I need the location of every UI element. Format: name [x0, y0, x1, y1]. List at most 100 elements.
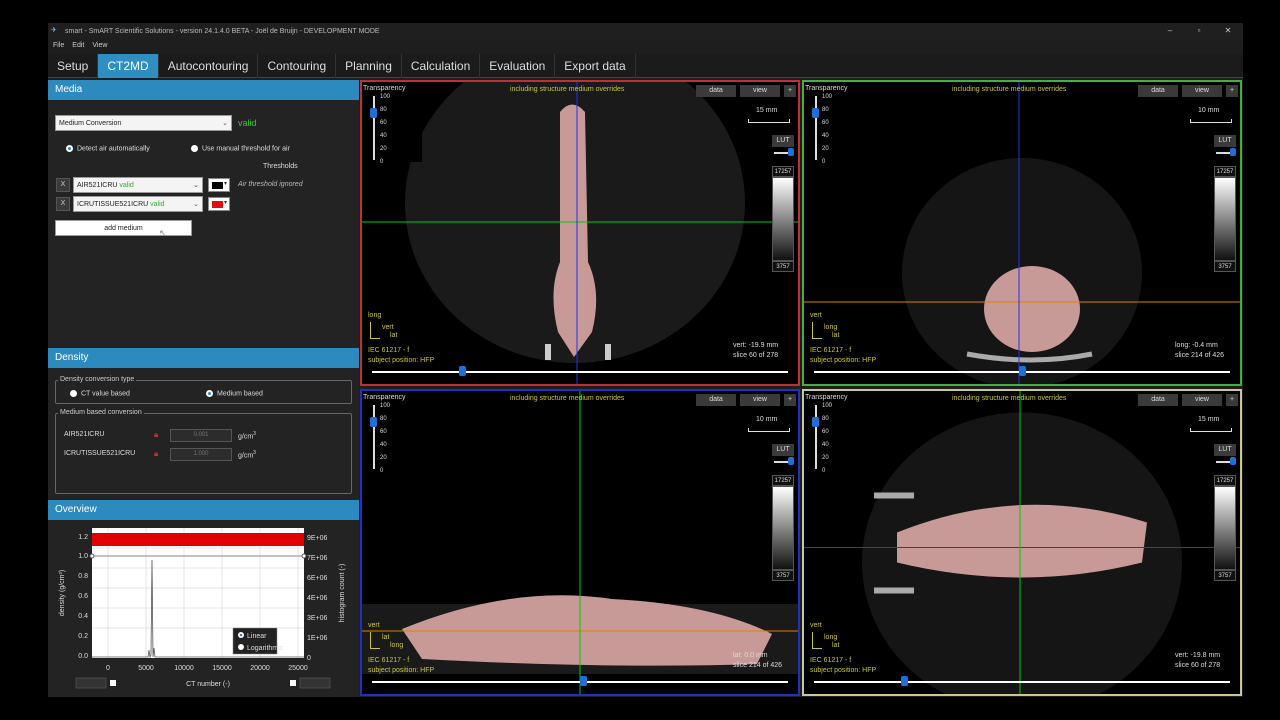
radio-manual-threshold[interactable]: Use manual threshold for air — [191, 145, 290, 152]
lut-button[interactable]: LUT — [1214, 135, 1236, 147]
lut-knob[interactable] — [1230, 148, 1236, 156]
transparency-knob[interactable] — [812, 108, 819, 118]
radio-medium-based[interactable]: Medium based — [206, 390, 263, 397]
transparency-tick: 20 — [380, 146, 387, 152]
y2tick: 3E+06 — [307, 615, 328, 622]
tab-evaluation[interactable]: Evaluation — [480, 54, 556, 78]
viewport-coronal2[interactable]: Transparency 100 80 60 40 20 0 including stru… — [802, 389, 1242, 696]
plus-button[interactable]: + — [1226, 394, 1238, 406]
transparency-knob[interactable] — [370, 417, 377, 427]
viewport-sagittal[interactable]: Transparency 100 80 60 40 20 0 including stru… — [360, 389, 800, 696]
lut-knob[interactable] — [788, 457, 794, 465]
transparency-knob[interactable] — [370, 108, 377, 118]
plus-button[interactable]: + — [1226, 85, 1238, 97]
menu-edit[interactable]: Edit — [72, 42, 84, 49]
data-button[interactable]: data — [1138, 394, 1178, 406]
lut-button[interactable]: LUT — [772, 444, 794, 456]
minimize-icon[interactable]: – — [1156, 23, 1184, 39]
slice-knob[interactable] — [1019, 366, 1026, 376]
lut-button[interactable]: LUT — [772, 135, 794, 147]
tab-calculation[interactable]: Calculation — [402, 54, 481, 78]
view-button[interactable]: view — [740, 394, 780, 406]
lut-min[interactable]: 3757 — [1214, 261, 1236, 272]
overview-section: 1.2 1.0 0.8 0.6 0.4 0.2 0.0 9E+06 7E+06 … — [48, 520, 359, 697]
overrides-label: including structure medium overrides — [952, 395, 1067, 402]
view-button[interactable]: view — [1182, 394, 1222, 406]
plus-button[interactable]: + — [784, 394, 796, 406]
color-picker-tissue[interactable]: ▾ — [208, 197, 230, 211]
transparency-track[interactable] — [373, 405, 375, 469]
lut-max[interactable]: 17257 — [1214, 475, 1236, 486]
plus-button[interactable]: + — [784, 85, 796, 97]
data-button[interactable]: data — [1138, 85, 1178, 97]
ct-image[interactable] — [804, 82, 1240, 384]
transparency-track[interactable] — [815, 96, 817, 160]
lut-knob[interactable] — [1230, 457, 1236, 465]
restore-icon[interactable]: ▫ — [1185, 23, 1213, 39]
transparency-control[interactable]: Transparency 100 80 60 40 20 0 — [362, 391, 422, 474]
lut-max[interactable]: 17257 — [772, 475, 794, 486]
axis-arrow-icon — [370, 648, 380, 649]
close-icon[interactable]: ✕ — [1214, 23, 1242, 39]
transparency-control[interactable]: Transparency 100 80 60 40 20 0 — [362, 82, 422, 165]
slice-slider[interactable] — [372, 371, 788, 373]
viewport-axial[interactable]: Transparency 100 80 60 40 20 0 including stru… — [802, 80, 1242, 386]
transparency-track[interactable] — [373, 96, 375, 160]
transparency-control[interactable]: Transparency 100 80 60 40 20 0 — [804, 391, 864, 474]
view-button[interactable]: view — [1182, 85, 1222, 97]
transparency-tick: 40 — [822, 133, 829, 139]
radio-icon — [206, 390, 213, 397]
lock-icon[interactable]: 🔒︎ — [154, 450, 161, 458]
transparency-knob[interactable] — [812, 417, 819, 427]
viewport-coronal[interactable]: Transparency 100 80 60 40 20 0 including stru… — [360, 80, 800, 386]
ct-image[interactable] — [362, 82, 798, 384]
tab-export-data[interactable]: Export data — [555, 54, 636, 78]
slice-knob[interactable] — [580, 676, 587, 686]
transparency-control[interactable]: Transparency 100 80 60 40 20 0 — [804, 82, 864, 165]
lut-button[interactable]: LUT — [1214, 444, 1236, 456]
conversion-select[interactable]: Medium Conversion ⌄ — [55, 115, 232, 131]
scale-label: 10 mm — [1198, 107, 1220, 114]
lock-icon[interactable]: 🔒︎ — [154, 431, 161, 439]
conversion-select-value: Medium Conversion — [59, 120, 122, 127]
slice-knob[interactable] — [901, 676, 908, 686]
tab-ct2md[interactable]: CT2MD — [98, 54, 159, 78]
radio-detect-air[interactable]: Detect air automatically — [66, 145, 150, 152]
lut-min[interactable]: 3757 — [1214, 570, 1236, 581]
lut-min[interactable]: 3757 — [772, 570, 794, 581]
add-medium-button[interactable]: add medium — [55, 220, 192, 236]
tab-setup[interactable]: Setup — [48, 54, 99, 78]
menu-file[interactable]: File — [53, 42, 64, 49]
transparency-track[interactable] — [815, 405, 817, 469]
lut-min[interactable]: 3757 — [772, 261, 794, 272]
density-value-air: 0.001 — [170, 429, 232, 442]
slice-knob[interactable] — [459, 366, 466, 376]
slice-slider[interactable] — [814, 681, 1230, 683]
density-header[interactable]: Density — [48, 348, 359, 368]
conversion-status: valid — [238, 118, 257, 128]
medium-select-air[interactable]: AIR521ICRU valid ⌄ — [73, 177, 203, 193]
view-button[interactable]: view — [740, 85, 780, 97]
remove-medium-button[interactable]: X — [56, 178, 70, 192]
iec-label: IEC 61217 - f — [368, 347, 410, 354]
axis-arrow-icon — [812, 632, 813, 648]
tab-autocontouring[interactable]: Autocontouring — [159, 54, 259, 78]
tab-planning[interactable]: Planning — [336, 54, 402, 78]
remove-medium-button[interactable]: X — [56, 197, 70, 211]
data-button[interactable]: data — [696, 394, 736, 406]
lut-max[interactable]: 17257 — [772, 166, 794, 177]
lut-knob[interactable] — [788, 148, 794, 156]
ct-image[interactable] — [362, 391, 798, 694]
y-axis-label: density (g/cm³) — [59, 570, 66, 616]
media-header[interactable]: Media — [48, 80, 359, 100]
medium-select-tissue[interactable]: ICRUTISSUE521ICRU valid ⌄ — [73, 196, 203, 212]
radio-ct-value[interactable]: CT value based — [70, 390, 130, 397]
menu-view[interactable]: View — [92, 42, 107, 49]
overview-header[interactable]: Overview — [48, 500, 359, 520]
ytick: 1.0 — [78, 553, 88, 560]
color-picker-air[interactable]: ▾ — [208, 178, 230, 192]
ct-image[interactable] — [804, 391, 1240, 694]
tab-contouring[interactable]: Contouring — [258, 54, 337, 78]
lut-max[interactable]: 17257 — [1214, 166, 1236, 177]
data-button[interactable]: data — [696, 85, 736, 97]
